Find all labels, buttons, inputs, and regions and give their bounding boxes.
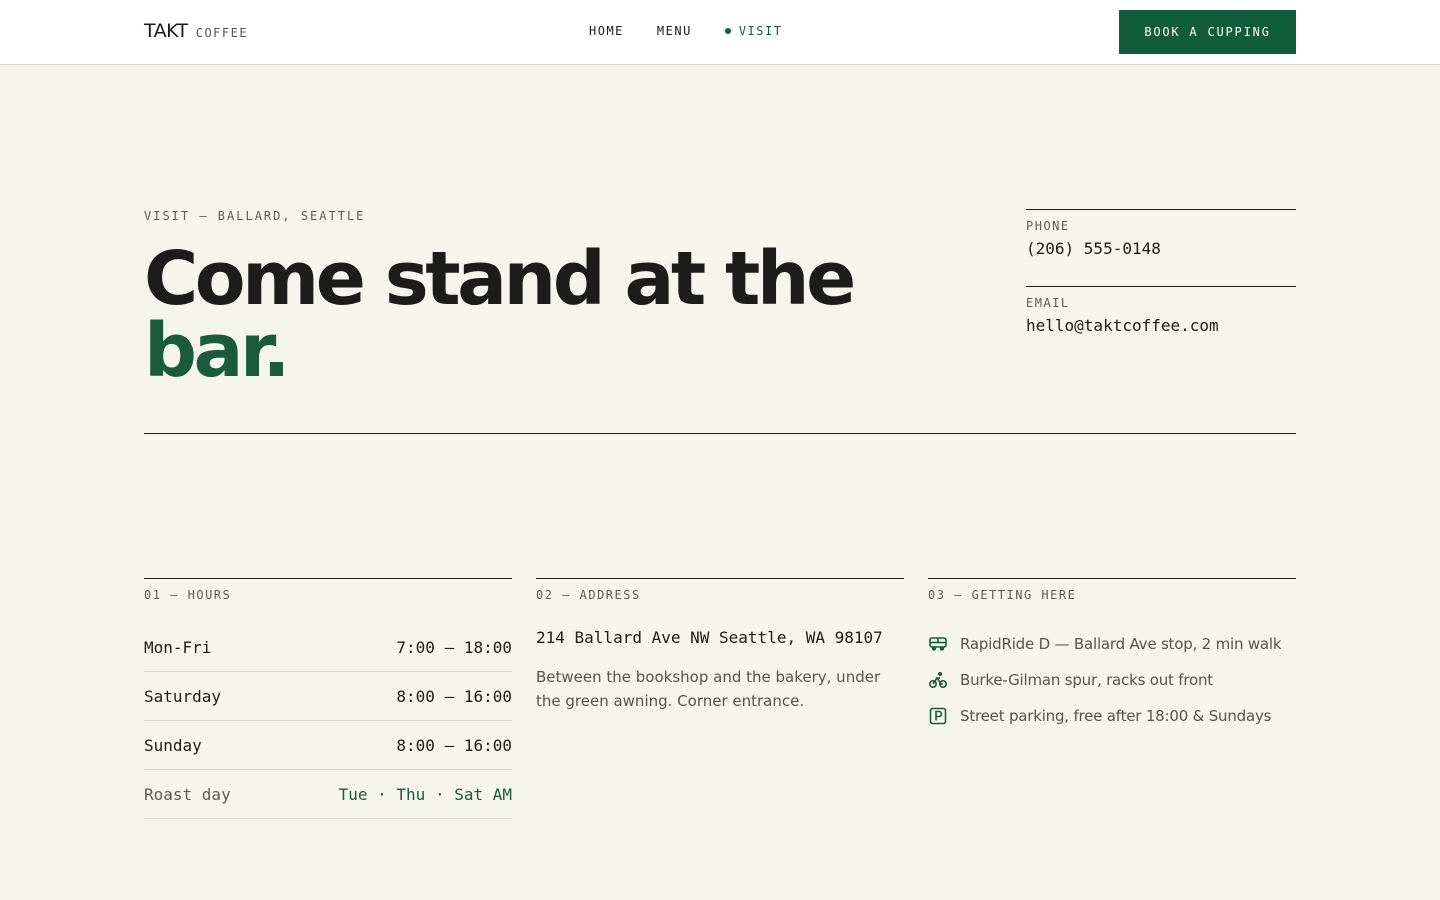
- nav-item-visit[interactable]: VISIT: [724, 24, 783, 38]
- list-item: Street parking, free after 18:00 & Sunda…: [928, 698, 1296, 734]
- nav-item-visit-label: VISIT: [738, 24, 783, 38]
- email-label: EMAIL: [1026, 296, 1070, 310]
- hours-time: Tue · Thu · Sat AM: [338, 784, 512, 804]
- hero-eyebrow: VISIT — BALLARD, SEATTLE: [144, 209, 366, 223]
- nav-item-home[interactable]: HOME: [589, 24, 624, 38]
- street-address[interactable]: 214 Ballard Ave NW Seattle, WA 98107: [536, 628, 904, 647]
- transit-text: Burke-Gilman spur, racks out front: [960, 671, 1213, 689]
- phone-link[interactable]: (206) 555-0148: [1026, 239, 1296, 258]
- bike-icon: [928, 670, 948, 690]
- parking-icon: [928, 706, 948, 726]
- page-title: Come stand at the bar.: [144, 242, 856, 394]
- headline-accent: bar.: [144, 308, 290, 394]
- transit-text: Street parking, free after 18:00 & Sunda…: [960, 707, 1272, 725]
- main-nav: HOME MENU VISIT: [589, 24, 782, 38]
- hours-row: Mon-Fri 7:00 – 18:00: [144, 624, 512, 672]
- hours-day: Roast day: [144, 784, 231, 804]
- getting-here-label: 03 — GETTING HERE: [928, 588, 1077, 602]
- brand-logo[interactable]: TAKT COFFEE: [144, 20, 248, 42]
- hours-table: Mon-Fri 7:00 – 18:00 Saturday 8:00 – 16:…: [144, 624, 512, 819]
- hours-time: 7:00 – 18:00: [396, 638, 512, 657]
- site-header: TAKT COFFEE HOME MENU VISIT BOOK A CUPPI…: [0, 0, 1440, 65]
- brand-name: TAKT: [144, 20, 188, 42]
- brand-subtitle: COFFEE: [195, 26, 249, 40]
- transit-list: RapidRide D — Ballard Ave stop, 2 min wa…: [928, 626, 1296, 734]
- email-link[interactable]: hello@taktcoffee.com: [1026, 316, 1296, 335]
- hours-time: 8:00 – 16:00: [396, 686, 512, 706]
- list-item: Burke-Gilman spur, racks out front: [928, 662, 1296, 698]
- list-item: RapidRide D — Ballard Ave stop, 2 min wa…: [928, 626, 1296, 662]
- section-divider: [144, 433, 1296, 434]
- active-dot-icon: [724, 28, 731, 34]
- hours-row: Sunday 8:00 – 16:00: [144, 721, 512, 770]
- transit-text: RapidRide D — Ballard Ave stop, 2 min wa…: [960, 635, 1282, 653]
- hours-label: 01 — HOURS: [144, 588, 232, 602]
- address-label: 02 — ADDRESS: [536, 588, 641, 602]
- getting-here-section: 03 — GETTING HERE RapidRide D — Ballard …: [928, 578, 1296, 734]
- hours-row: Saturday 8:00 – 16:00: [144, 672, 512, 721]
- hours-time: 8:00 – 16:00: [396, 735, 512, 755]
- contact-phone: PHONE (206) 555-0148: [1026, 209, 1296, 258]
- hours-day: Sunday: [144, 735, 202, 755]
- hours-row-roast-day: Roast day Tue · Thu · Sat AM: [144, 770, 512, 819]
- bus-icon: [928, 634, 948, 654]
- contact-email: EMAIL hello@taktcoffee.com: [1026, 286, 1296, 335]
- phone-label: PHONE: [1026, 219, 1070, 233]
- address-note: Between the bookshop and the bakery, und…: [536, 668, 881, 710]
- hours-section: 01 — HOURS Mon-Fri 7:00 – 18:00 Saturday…: [144, 578, 512, 819]
- hours-day: Saturday: [144, 686, 222, 706]
- book-cupping-button[interactable]: BOOK A CUPPING: [1119, 10, 1296, 54]
- hours-day: Mon-Fri: [144, 638, 212, 657]
- address-section: 02 — ADDRESS 214 Ballard Ave NW Seattle,…: [536, 578, 904, 713]
- nav-item-menu[interactable]: MENU: [657, 24, 692, 38]
